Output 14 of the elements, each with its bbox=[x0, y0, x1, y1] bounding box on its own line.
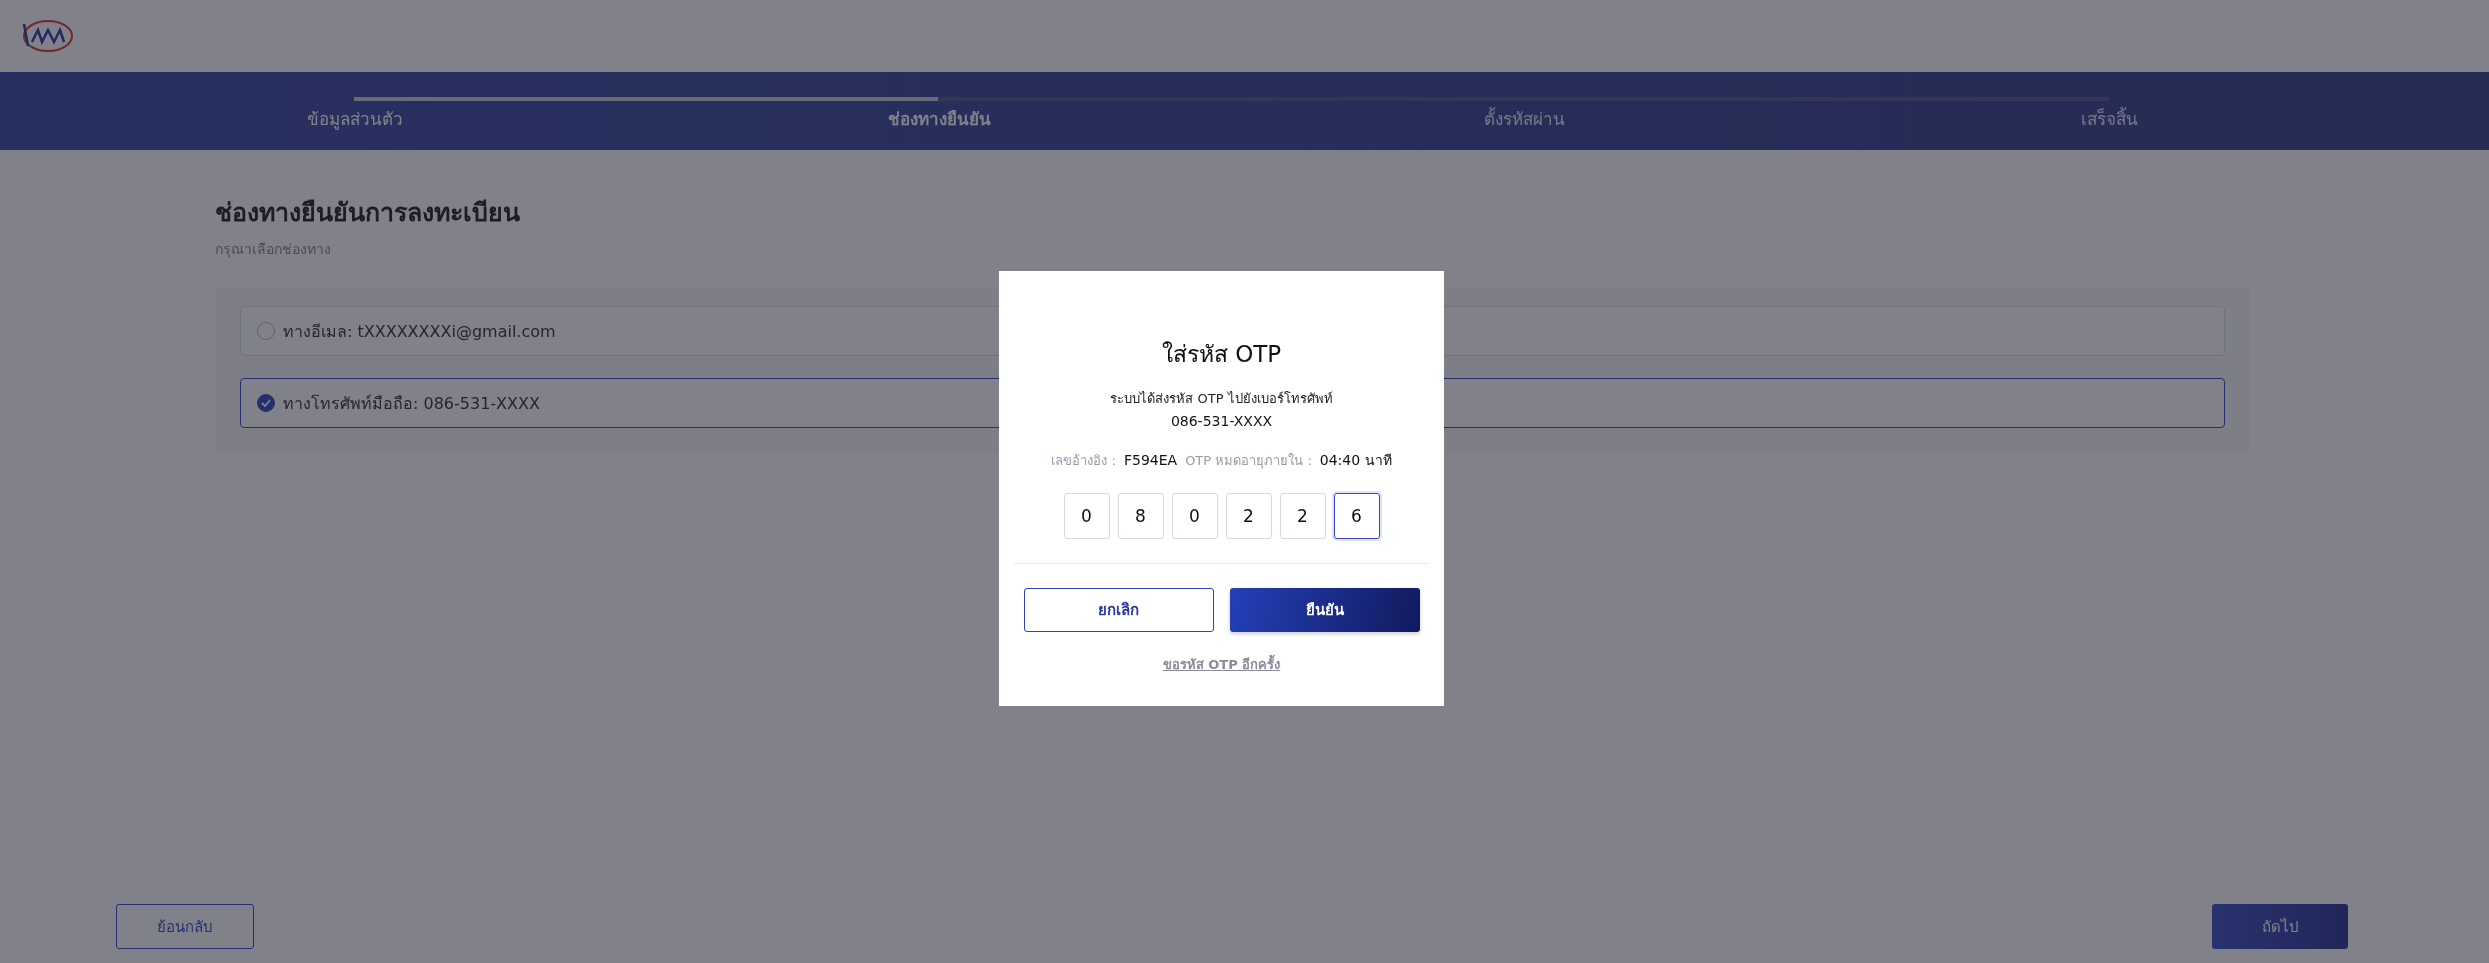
reference-code: F594EA bbox=[1123, 452, 1178, 468]
step-label: ตั้งรหัสผ่าน bbox=[1484, 106, 1565, 131]
dialog-title: ใส่รหัส OTP bbox=[1161, 340, 1282, 369]
phone-number: 086-531-XXXX bbox=[1170, 413, 1273, 429]
step-label: ข้อมูลส่วนตัว bbox=[306, 108, 403, 132]
dialog-message: ระบบได้ส่งรหัส OTP ไปยังเบอร์โทรศัพท์ bbox=[1110, 390, 1333, 408]
option-label: ทางโทรศัพท์มือถือ: 086-531-XXXX bbox=[283, 392, 540, 415]
step-label: เสร็จสิ้น bbox=[2081, 106, 2138, 131]
option-label: ทางอีเมล: tXXXXXXXXi@gmail.com bbox=[283, 320, 556, 343]
expiry-time: 04:40 นาที bbox=[1319, 451, 1392, 470]
page-title: ช่องทางยืนยันการลงทะเบียน bbox=[215, 197, 521, 229]
step-label: ช่องทางยืนยัน bbox=[888, 108, 991, 131]
expiry-label: OTP หมดอายุภายใน : bbox=[1185, 452, 1312, 471]
reference-label: เลขอ้างอิง : bbox=[1051, 452, 1116, 470]
